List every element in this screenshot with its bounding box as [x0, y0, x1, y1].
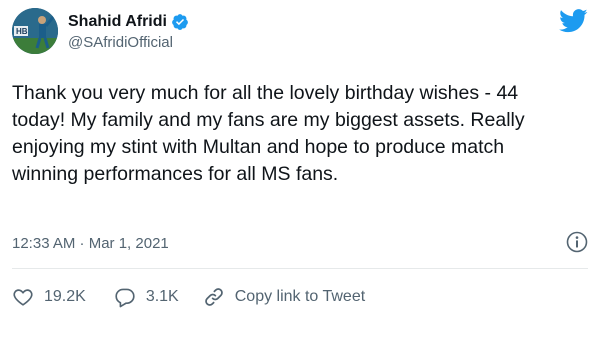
- divider: [12, 268, 588, 269]
- svg-text:HB: HB: [16, 27, 28, 36]
- twitter-bird-icon[interactable]: [559, 9, 588, 33]
- like-count: 19.2K: [44, 288, 86, 305]
- copy-link-button[interactable]: Copy link to Tweet: [203, 286, 365, 308]
- tweet-card: HB Shahid Afridi @SAfridiOfficial Thank …: [0, 0, 600, 338]
- tweet-text: Thank you very much for all the lovely b…: [12, 82, 525, 185]
- reply-count: 3.1K: [145, 288, 179, 305]
- author-block: Shahid Afridi @SAfridiOfficial: [68, 11, 189, 51]
- handle[interactable]: @SAfridiOfficial: [68, 34, 189, 51]
- display-name[interactable]: Shahid Afridi: [68, 13, 167, 31]
- display-name-row: Shahid Afridi: [68, 11, 189, 33]
- heart-icon: [13, 289, 33, 306]
- speech-bubble-icon: [115, 288, 135, 308]
- copy-link-label: Copy link to Tweet: [234, 288, 366, 305]
- like-button[interactable]: 19.2K: [12, 286, 86, 308]
- reply-button[interactable]: 3.1K: [114, 286, 179, 308]
- verified-badge-icon: [171, 13, 189, 31]
- avatar[interactable]: HB: [12, 8, 58, 54]
- info-icon[interactable]: [566, 231, 588, 253]
- timestamp[interactable]: 12:33 AM · Mar 1, 2021: [12, 235, 169, 252]
- avatar-image: HB: [12, 8, 58, 54]
- link-icon: [204, 288, 223, 306]
- tweet-meta: 12:33 AM · Mar 1, 2021: [12, 231, 588, 255]
- actions-row: 19.2K 3.1K Copy link to Tweet: [12, 283, 365, 311]
